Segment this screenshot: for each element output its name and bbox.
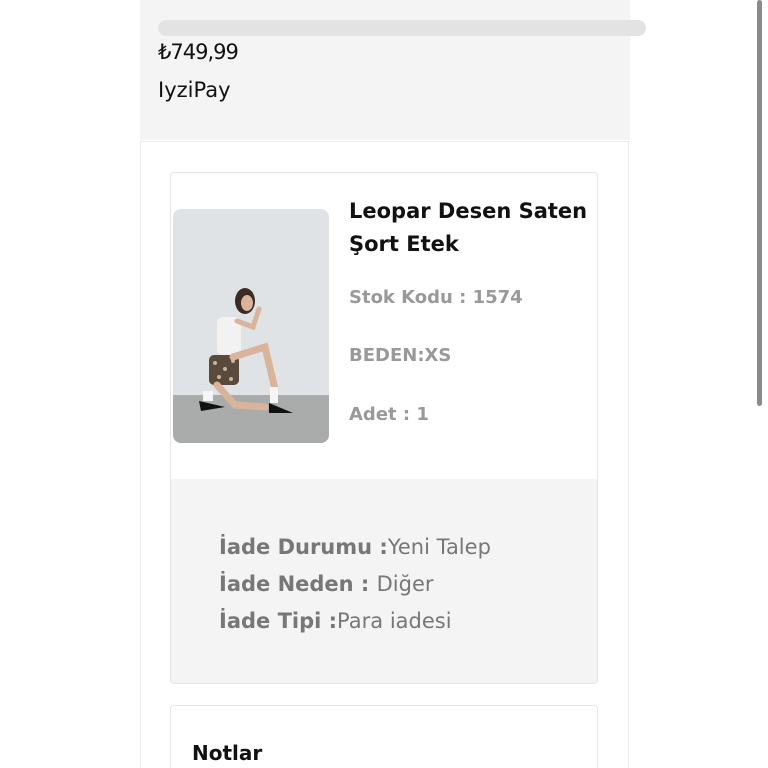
return-status: İade Durumu :Yeni Talep [219,535,491,559]
order-price: ₺749,99 [158,40,239,64]
order-summary-panel: ₺749,99 IyziPay [140,0,646,140]
return-reason: İade Neden : Diğer [219,572,434,596]
loading-placeholder-bar [158,20,646,36]
product-sku: Stok Kodu : 1574 [349,287,523,308]
return-reason-label: İade Neden : [219,572,377,596]
product-size: BEDEN:XS [349,345,452,366]
notes-card: Notlar [170,705,598,768]
product-photo-icon [173,209,329,443]
return-info-box: İade Durumu :Yeni Talep İade Neden : Diğ… [171,479,597,683]
return-type: İade Tipi :Para iadesi [219,609,452,633]
return-type-value: Para iadesi [337,609,452,633]
return-reason-value: Diğer [376,572,434,596]
product-image[interactable] [173,209,329,443]
return-type-label: İade Tipi : [219,609,338,633]
return-status-label: İade Durumu : [219,535,388,559]
product-quantity: Adet : 1 [349,404,429,425]
scrollbar-thumb[interactable] [757,0,762,406]
product-title[interactable]: Leopar Desen Saten Şort Etek [349,195,594,261]
notes-title: Notlar [192,741,263,765]
payment-method: IyziPay [158,78,231,102]
product-card[interactable]: Leopar Desen Saten Şort Etek Stok Kodu :… [170,172,598,684]
return-status-value: Yeni Talep [387,535,491,559]
